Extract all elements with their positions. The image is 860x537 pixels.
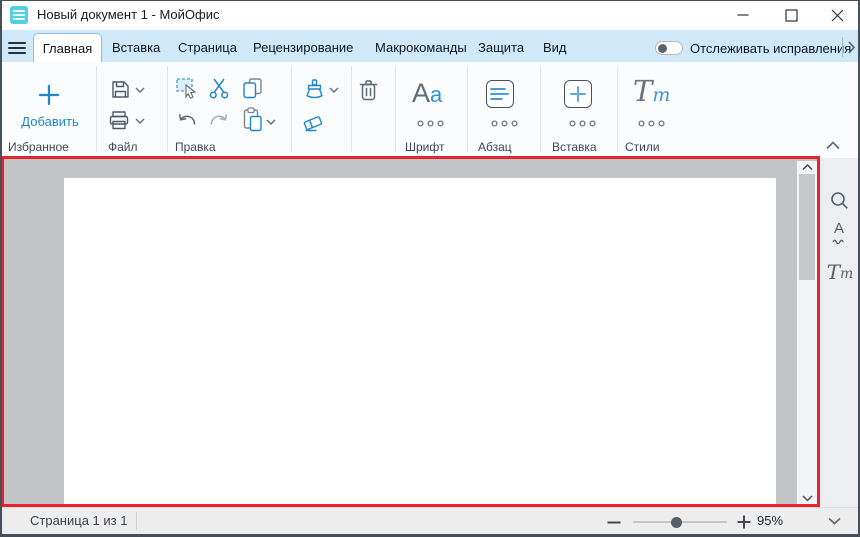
collapse-toolbar-button[interactable]	[825, 139, 841, 151]
scrollbar-thumb[interactable]	[799, 174, 815, 280]
maximize-button[interactable]	[768, 0, 814, 30]
page-indicator: Страница 1 из 1	[30, 513, 128, 528]
zoom-out-button[interactable]	[604, 512, 624, 532]
zoom-level-value: 95%	[757, 513, 784, 528]
group-label-styles: Стили	[625, 140, 660, 154]
save-dropdown-chevron[interactable]	[135, 87, 145, 94]
font-more-button[interactable]	[416, 119, 445, 128]
track-changes-toggle[interactable]	[655, 41, 683, 55]
font-icon-letter-small: a	[430, 82, 443, 107]
font-icon-letter-big: A	[412, 78, 431, 108]
styles-sidebar-letter-small: т	[840, 266, 854, 282]
tab-glavnaya[interactable]: Главная	[33, 33, 102, 62]
print-button[interactable]	[108, 110, 130, 130]
titlebar: Новый документ 1 - МойОфис	[0, 0, 860, 30]
insert-panel-button[interactable]	[564, 80, 592, 108]
tab-label: Главная	[42, 40, 93, 56]
group-label-file: Файл	[108, 140, 138, 154]
paragraph-more-button[interactable]	[490, 119, 519, 128]
group-divider	[467, 66, 468, 152]
font-panel-button[interactable]: A a	[412, 78, 443, 108]
group-divider	[351, 66, 352, 152]
tab-vid[interactable]: Вид	[543, 40, 567, 55]
group-label-font: Шрифт	[405, 140, 445, 154]
vertical-scrollbar[interactable]	[797, 161, 817, 505]
styles-more-button[interactable]	[637, 119, 666, 128]
spellcheck-icon[interactable]: A	[830, 220, 848, 244]
print-dropdown-chevron[interactable]	[135, 118, 145, 125]
paragraph-panel-button[interactable]	[486, 80, 514, 108]
document-page[interactable]	[64, 178, 776, 507]
group-divider	[395, 66, 396, 152]
group-divider	[96, 66, 97, 152]
save-button[interactable]	[110, 79, 130, 99]
statusbar	[0, 507, 860, 535]
paste-button[interactable]	[242, 107, 262, 132]
app-window: Новый документ 1 - МойОфис Главная Встав…	[0, 0, 860, 537]
scroll-down-button[interactable]	[797, 492, 817, 505]
group-label-favorites: Избранное	[8, 140, 69, 154]
group-label-insert: Вставка	[552, 140, 597, 154]
clear-formatting-button[interactable]	[302, 111, 324, 132]
format-painter-dropdown-chevron[interactable]	[329, 87, 339, 94]
styles-sidebar-letter-big: T	[826, 260, 841, 284]
group-label-paragraph: Абзац	[478, 140, 512, 154]
select-all-button[interactable]	[176, 77, 199, 100]
tab-retsenzirovanie[interactable]: Рецензирование	[253, 40, 353, 55]
ribbon-overflow-button[interactable]	[845, 39, 859, 55]
text-styles-icon[interactable]: T т	[826, 260, 854, 284]
copy-button[interactable]	[242, 77, 262, 99]
statusbar-divider	[136, 512, 137, 530]
group-divider	[167, 66, 168, 152]
styles-panel-button[interactable]: T т	[633, 74, 671, 108]
zoom-dropdown-chevron[interactable]	[826, 515, 842, 527]
group-divider	[540, 66, 541, 152]
undo-button[interactable]	[176, 110, 197, 127]
paste-dropdown-chevron[interactable]	[266, 119, 276, 126]
group-label-edit: Правка	[175, 140, 216, 154]
insert-more-button[interactable]	[568, 119, 597, 128]
track-changes-label: Отслеживать исправления	[690, 41, 852, 56]
add-favorite-label[interactable]: Добавить	[10, 114, 90, 129]
tab-makrokomandy[interactable]: Макрокоманды	[375, 40, 467, 55]
tab-stranitsa[interactable]: Страница	[178, 40, 237, 55]
zoom-in-button[interactable]	[734, 512, 754, 532]
styles-icon-letter-big: T	[633, 74, 653, 108]
close-button[interactable]	[814, 0, 860, 30]
search-icon[interactable]	[829, 191, 849, 210]
group-divider	[291, 66, 292, 152]
tabbar-divider	[842, 37, 843, 57]
main-menu-button[interactable]	[7, 39, 27, 57]
tab-zashchita[interactable]: Защита	[478, 40, 524, 55]
zoom-slider-thumb[interactable]	[671, 517, 682, 528]
tab-vstavka[interactable]: Вставка	[112, 40, 160, 55]
minimize-button[interactable]	[720, 0, 766, 30]
scroll-up-button[interactable]	[797, 161, 817, 174]
format-painter-button[interactable]	[303, 78, 325, 100]
app-icon	[10, 6, 28, 24]
cut-button[interactable]	[208, 76, 230, 99]
toggle-knob	[658, 43, 667, 53]
styles-icon-letter-small: т	[652, 84, 671, 106]
delete-button[interactable]	[357, 78, 379, 103]
spellcheck-icon-letter: A	[833, 220, 844, 237]
window-title: Новый документ 1 - МойОфис	[37, 7, 220, 22]
right-sidebar	[820, 158, 858, 507]
add-favorite-button[interactable]	[38, 84, 60, 106]
group-divider	[617, 66, 618, 152]
redo-button[interactable]	[208, 110, 229, 127]
